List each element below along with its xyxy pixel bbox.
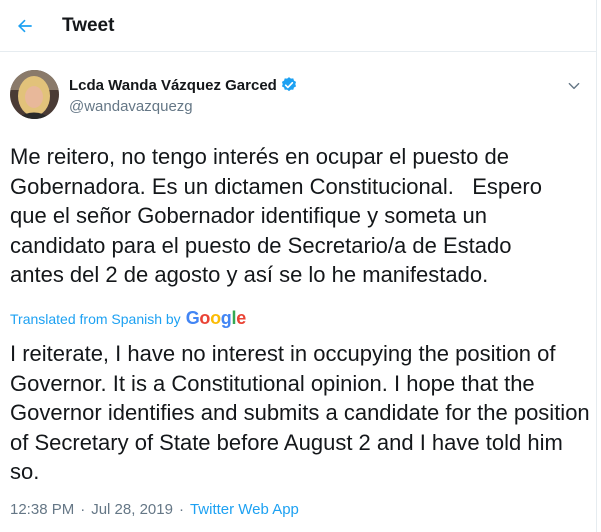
chevron-down-icon bbox=[568, 82, 580, 90]
translated-text: I reiterate, I have no interest in occup… bbox=[10, 341, 590, 484]
author-names: Lcda Wanda Vázquez Garced @wandavazquezg bbox=[69, 76, 298, 115]
tweet-time[interactable]: 12:38 PM bbox=[10, 501, 74, 518]
tweet-detail-page: Tweet Lcda Wanda Vázquez Garced @wandava… bbox=[0, 0, 597, 532]
translation-attribution[interactable]: Translated from Spanish by Google bbox=[10, 308, 246, 329]
arrow-left-icon bbox=[18, 19, 32, 32]
google-logo: Google bbox=[185, 308, 247, 328]
separator: · bbox=[80, 501, 86, 518]
tweet-source-link[interactable]: Twitter Web App bbox=[190, 501, 299, 518]
avatar[interactable] bbox=[10, 70, 59, 119]
back-button[interactable] bbox=[10, 11, 40, 41]
username-handle[interactable]: @wandavazquezg bbox=[69, 98, 298, 115]
tweet-author: Lcda Wanda Vázquez Garced @wandavazquezg bbox=[0, 70, 596, 136]
tweet-date[interactable]: Jul 28, 2019 bbox=[91, 501, 173, 518]
verified-badge-icon bbox=[280, 76, 298, 94]
tweet-metadata: 12:38 PM · Jul 28, 2019 · Twitter Web Ap… bbox=[10, 501, 299, 518]
display-name[interactable]: Lcda Wanda Vázquez Garced bbox=[69, 77, 277, 94]
tweet-text: Me reitero, no tengo interés en ocupar e… bbox=[10, 144, 542, 287]
page-title: Tweet bbox=[62, 14, 115, 36]
more-options-button[interactable] bbox=[562, 74, 586, 98]
page-header: Tweet bbox=[0, 0, 596, 52]
separator: · bbox=[178, 501, 184, 518]
translated-from-label: Translated from Spanish by bbox=[10, 310, 181, 327]
